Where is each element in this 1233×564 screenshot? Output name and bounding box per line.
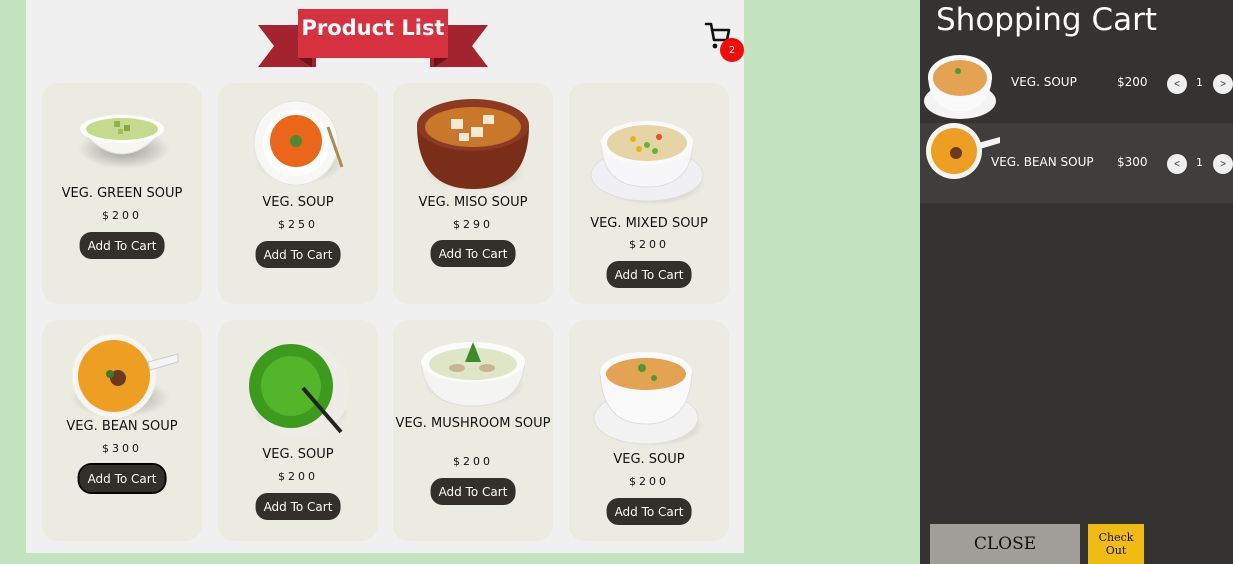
cart-item-image (924, 55, 996, 119)
cart-count-badge: 2 (720, 38, 744, 62)
product-card: VEG. SOUP $200 Add To Cart (218, 320, 378, 541)
product-card: VEG. MISO SOUP $290 Add To Cart (393, 83, 553, 304)
add-to-cart-button[interactable]: Add To Cart (79, 232, 165, 259)
decrease-qty-button[interactable]: < (1167, 74, 1187, 94)
cart-item-qty: 1 (1196, 156, 1203, 169)
increase-qty-button[interactable]: > (1213, 154, 1233, 174)
add-to-cart-button[interactable]: Add To Cart (430, 240, 516, 267)
product-price: $200 (102, 209, 142, 222)
soup-bowl-image (70, 334, 179, 418)
product-name: VEG. SOUP (262, 447, 334, 462)
cart-item: VEG. BEAN SOUP $300 < 1 > (920, 123, 1233, 203)
product-price: $200 (629, 238, 669, 251)
product-price: $200 (629, 475, 669, 488)
product-price: $200 (278, 470, 318, 483)
cart-item-name: VEG. BEAN SOUP (991, 155, 1094, 169)
product-name: VEG. SOUP (262, 195, 334, 210)
soup-bowl-image (78, 115, 170, 169)
soup-bowl-image (253, 100, 344, 186)
soup-bowl-image (249, 342, 349, 436)
cart-title: Shopping Cart (936, 2, 1157, 38)
soup-bowl-image (417, 99, 529, 191)
product-price: $200 (453, 455, 493, 468)
product-card: VEG. MUSHROOM SOUP $200 Add To Cart (393, 320, 553, 541)
product-panel: Product List 2 VEG. GREEN SOUP $200 Add … (26, 0, 744, 553)
product-card: VEG. SOUP $200 Add To Cart (569, 320, 729, 541)
cart-item-name: VEG. SOUP (1011, 75, 1077, 89)
cart-item-qty: 1 (1196, 76, 1203, 89)
add-to-cart-button[interactable]: Add To Cart (77, 463, 167, 494)
product-card: VEG. SOUP $250 Add To Cart (218, 83, 378, 304)
product-name: VEG. MUSHROOM SOUP (395, 416, 551, 431)
cart-item-image (926, 123, 1000, 179)
product-card: VEG. GREEN SOUP $200 Add To Cart (42, 83, 202, 304)
title-ribbon: Product List (258, 9, 488, 68)
product-card: VEG. BEAN SOUP $300 Add To Cart (42, 320, 202, 541)
cart-item: VEG. SOUP $200 < 1 > (920, 43, 1233, 123)
soup-bowl-image (420, 342, 526, 407)
product-name: VEG. MISO SOUP (418, 195, 528, 210)
checkout-button[interactable]: Check Out (1088, 524, 1144, 564)
add-to-cart-button[interactable]: Add To Cart (606, 261, 692, 288)
product-card: VEG. MIXED SOUP $200 Add To Cart (569, 83, 729, 304)
add-to-cart-button[interactable]: Add To Cart (430, 478, 516, 505)
add-to-cart-button[interactable]: Add To Cart (255, 493, 341, 520)
cart-item-price: $300 (1117, 155, 1148, 169)
product-price: $300 (102, 442, 142, 455)
soup-bowl-image (593, 352, 704, 446)
cart-item-price: $200 (1117, 75, 1148, 89)
soup-bowl-image (590, 121, 705, 205)
product-price: $290 (453, 218, 493, 231)
decrease-qty-button[interactable]: < (1167, 154, 1187, 174)
close-button[interactable]: CLOSE (930, 524, 1080, 564)
increase-qty-button[interactable]: > (1213, 74, 1233, 94)
product-name: VEG. GREEN SOUP (61, 186, 183, 201)
shopping-cart-drawer: Shopping Cart VEG. SOUP $200 < 1 > VEG. … (920, 0, 1233, 564)
cart-button[interactable]: 2 (702, 18, 750, 64)
product-name: VEG. MIXED SOUP (590, 216, 708, 231)
page-title: Product List (298, 9, 448, 58)
product-price: $250 (278, 218, 318, 231)
product-name: VEG. SOUP (613, 452, 685, 467)
add-to-cart-button[interactable]: Add To Cart (255, 241, 341, 268)
add-to-cart-button[interactable]: Add To Cart (606, 498, 692, 525)
product-name: VEG. BEAN SOUP (66, 419, 178, 434)
